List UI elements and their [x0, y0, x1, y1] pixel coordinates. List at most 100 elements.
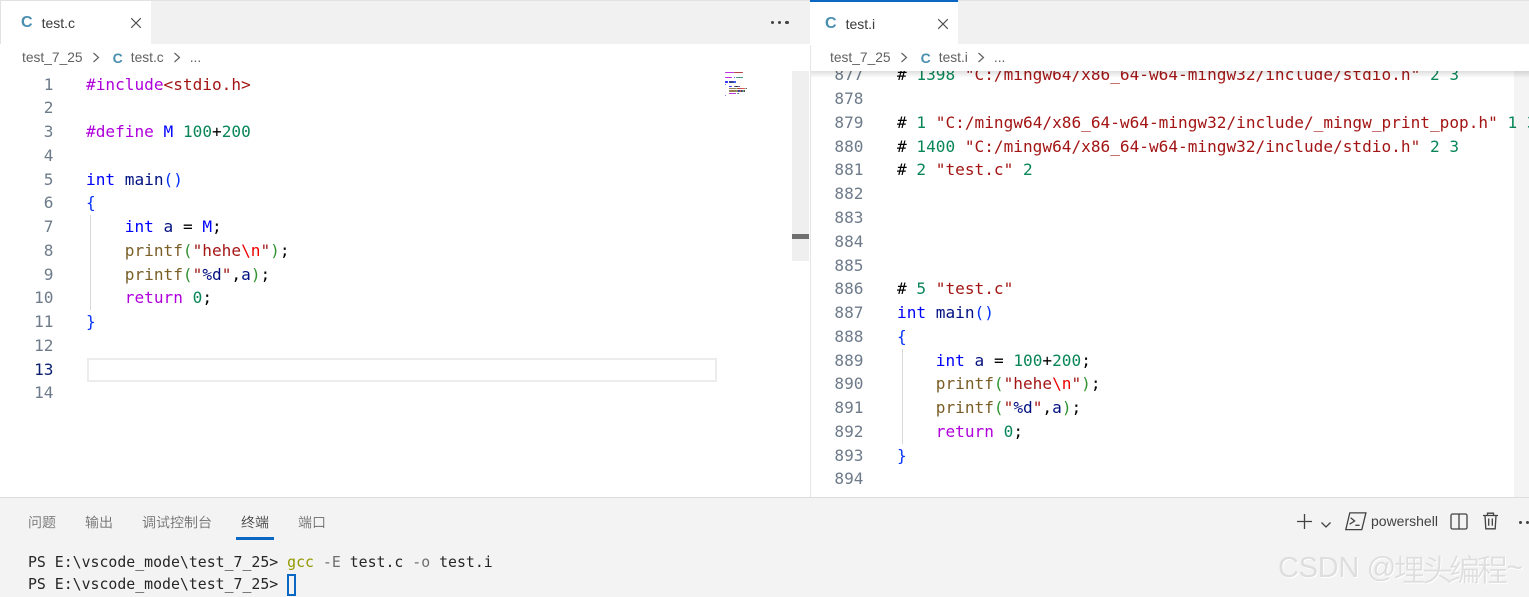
- line-number: 11: [34, 312, 54, 332]
- line-number: 888: [834, 326, 864, 346]
- indent-guide: [89, 215, 91, 311]
- breadcrumb[interactable]: test_7_25 Ctest.i...: [811, 44, 1529, 71]
- line-number: 12: [34, 335, 54, 355]
- line-number: 892: [834, 421, 864, 441]
- line-number: 889: [834, 350, 864, 370]
- c-file-icon: C: [21, 13, 33, 31]
- code-text: # 2 "test.c" 2: [897, 160, 1033, 180]
- line-number: 886: [834, 279, 864, 299]
- line-number: 883: [834, 208, 864, 227]
- code-text: int a = M;: [124, 217, 222, 237]
- code-line-888[interactable]: 888 {: [811, 325, 1529, 349]
- code-line-7[interactable]: 7 int a = M;: [0, 215, 810, 239]
- code-line-892[interactable]: 892 return 0;: [811, 420, 1529, 444]
- line-number: 10: [34, 288, 54, 308]
- code-line-6[interactable]: 6{: [0, 191, 810, 215]
- code-line-881[interactable]: 881 # 2 "test.c" 2: [811, 158, 1529, 182]
- line-number: 880: [834, 136, 864, 156]
- code-line-4[interactable]: 4: [0, 144, 810, 168]
- code-line-9[interactable]: 9 printf("%d",a);: [0, 263, 810, 287]
- code-text: }: [897, 445, 907, 465]
- line-number: 890: [834, 374, 864, 394]
- split-terminal-icon[interactable]: [1450, 513, 1468, 535]
- code-line-11[interactable]: 11}: [0, 310, 810, 334]
- panel-more-actions-icon[interactable]: [1519, 521, 1529, 525]
- code-text: # 5 "test.c": [897, 279, 1014, 299]
- code-text: printf("%d",a);: [935, 398, 1082, 418]
- line-number: 885: [834, 255, 864, 275]
- chevron-down-icon[interactable]: [1320, 517, 1332, 535]
- terminal-powershell-icon: [1344, 512, 1367, 536]
- chevron-right-icon: [977, 52, 985, 63]
- line-number: 2: [43, 98, 54, 118]
- code-line-1[interactable]: 1 #include<stdio.h>: [0, 73, 810, 97]
- chevron-right-icon: [900, 52, 908, 63]
- tab-test-i[interactable]: C test.i: [810, 0, 958, 45]
- breadcrumb[interactable]: test_7_25 Ctest.c...: [0, 44, 810, 71]
- chevron-right-icon: [92, 52, 100, 63]
- code-text: {: [86, 193, 96, 213]
- vscode-window: C test.c C test.i test_7_25 Ctest.c... te…: [0, 0, 1529, 597]
- code-line-887[interactable]: 887 int main(): [811, 301, 1529, 325]
- left-editor-scrollbar[interactable]: [792, 71, 809, 261]
- line-number: 8: [43, 240, 54, 260]
- line-number: 14: [34, 383, 54, 403]
- code-text: # 1 "C:/mingw64/x86_64-w64-mingw32/inclu…: [897, 112, 1529, 132]
- code-text: #include<stdio.h>: [86, 74, 251, 94]
- code-line-883[interactable]: 883: [811, 206, 1529, 230]
- breadcrumb-folder[interactable]: test_7_25: [830, 50, 891, 65]
- code-text: printf("%d",a);: [124, 264, 271, 284]
- breadcrumb-symbol[interactable]: ...: [994, 50, 1006, 65]
- code-line-894[interactable]: 894: [811, 467, 1529, 491]
- line-number: 1: [43, 74, 54, 94]
- code-line-12[interactable]: 12: [0, 334, 810, 358]
- editor-test-i[interactable]: 877# 1398 "C:/mingw64/x86_64-w64-mingw32…: [811, 71, 1529, 497]
- code-line-884[interactable]: 884: [811, 230, 1529, 254]
- line-number: 5: [43, 169, 54, 189]
- breadcrumb-folder[interactable]: test_7_25: [22, 50, 83, 65]
- terminal-name-label[interactable]: powershell: [1371, 513, 1438, 529]
- code-line-3[interactable]: 3 #define M 100+200: [0, 120, 810, 144]
- code-line-893[interactable]: 893}: [811, 444, 1529, 468]
- code-line-2[interactable]: 2: [0, 96, 810, 120]
- line-number: 881: [834, 160, 864, 180]
- csdn-watermark: CSDN @ ~: [1278, 552, 1524, 584]
- tab-test-c[interactable]: C test.c: [1, 1, 151, 44]
- editor-more-actions-icon[interactable]: [771, 21, 789, 25]
- editor-group-border: [810, 44, 811, 497]
- code-line-885[interactable]: 885: [811, 254, 1529, 278]
- breadcrumb-file[interactable]: test.c: [131, 50, 164, 65]
- line-number: 3: [43, 122, 54, 142]
- code-line-878[interactable]: 878: [811, 87, 1529, 111]
- code-line-8[interactable]: 8 printf("hehe\n");: [0, 239, 810, 263]
- code-text: }: [86, 312, 96, 332]
- new-terminal-icon[interactable]: [1296, 513, 1313, 535]
- right-editor-scrollbar[interactable]: [1514, 71, 1529, 497]
- minimap[interactable]: [725, 72, 795, 112]
- breadcrumb-file[interactable]: test.i: [939, 50, 968, 65]
- breadcrumb-symbol[interactable]: ...: [190, 50, 202, 65]
- terminal-line: PS E:\vscode_mode\test_7_25>: [28, 573, 493, 596]
- code-line-5[interactable]: 5 int main(): [0, 168, 810, 192]
- code-line-886[interactable]: 886 # 5 "test.c": [811, 277, 1529, 301]
- code-line-889[interactable]: 889 int a = 100+200;: [811, 349, 1529, 373]
- code-line-880[interactable]: 880 # 1400 "C:/mingw64/x86_64-w64-mingw32…: [811, 135, 1529, 159]
- code-text: printf("hehe\n");: [935, 374, 1101, 394]
- code-line-882[interactable]: 882: [811, 182, 1529, 206]
- code-line-891[interactable]: 891 printf("%d",a);: [811, 396, 1529, 420]
- kill-terminal-trash-icon[interactable]: [1482, 512, 1499, 535]
- close-icon[interactable]: [130, 17, 142, 29]
- line-number: 887: [834, 303, 864, 323]
- terminal[interactable]: PS E:\vscode_mode\test_7_25> gcc -E test…: [28, 551, 493, 597]
- line-number: 893: [834, 445, 864, 465]
- editor-test-c[interactable]: 1 #include<stdio.h> 2 3 #define M 100+200 4 5 i…: [0, 71, 810, 497]
- code-text: printf("hehe\n");: [124, 240, 290, 260]
- code-line-14[interactable]: 14: [0, 381, 810, 405]
- line-number: 7: [43, 217, 54, 237]
- code-line-879[interactable]: 879 # 1 "C:/mingw64/x86_64-w64-mingw32/in…: [811, 111, 1529, 135]
- line-number: 4: [43, 145, 54, 165]
- close-icon[interactable]: [937, 18, 949, 30]
- code-line-890[interactable]: 890 printf("hehe\n");: [811, 372, 1529, 396]
- code-line-10[interactable]: 10 return 0;: [0, 286, 810, 310]
- tab-label: test.i: [845, 15, 876, 32]
